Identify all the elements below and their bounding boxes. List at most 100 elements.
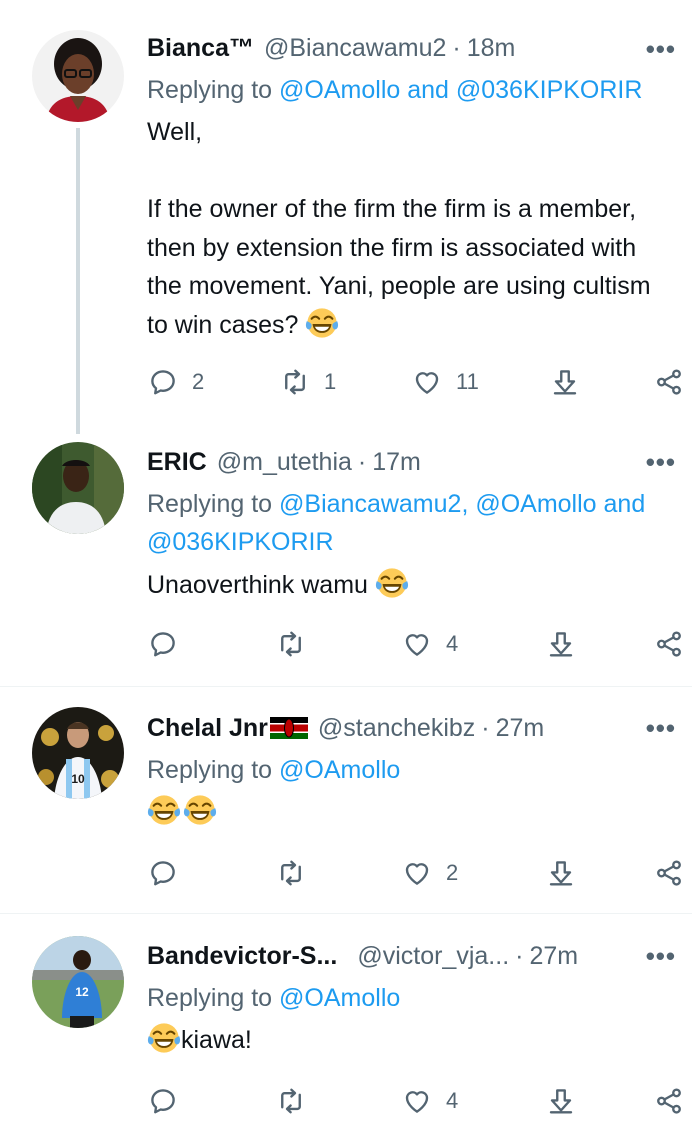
reply-button[interactable] <box>148 1081 178 1121</box>
reply-mentions[interactable]: @OAmollo <box>279 984 400 1012</box>
joy-emoji-icon <box>147 793 181 827</box>
avatar[interactable]: 12 <box>32 936 124 1028</box>
joy-emoji-icon <box>183 793 217 827</box>
replying-to-label: Replying to <box>147 756 280 784</box>
display-name[interactable]: Bandevictor-S... <box>147 942 337 971</box>
more-icon[interactable]: ••• <box>646 449 676 475</box>
share-button[interactable] <box>654 624 684 664</box>
kenya-flag-icon <box>269 717 308 739</box>
like-icon <box>412 367 442 397</box>
retweet-button[interactable] <box>276 853 306 893</box>
like-button[interactable]: 4 <box>402 1081 458 1121</box>
reply-button[interactable]: 2 <box>148 362 204 402</box>
tweet-text-content: kiawa! <box>181 1026 252 1054</box>
like-count: 4 <box>446 1088 459 1113</box>
timestamp[interactable]: 17m <box>372 448 421 477</box>
more-icon[interactable]: ••• <box>646 715 676 741</box>
display-name[interactable]: Chelal Jnr <box>147 714 268 743</box>
retweet-count: 1 <box>324 369 337 394</box>
share-icon <box>654 858 684 888</box>
tweet-header: Bandevictor-S... @victor_vja... · 27m <box>147 936 578 976</box>
action-bar: 2 1 11 <box>0 362 692 402</box>
timestamp[interactable]: 18m <box>467 34 516 63</box>
download-button[interactable] <box>546 624 576 664</box>
tweet-header: Bianca™ @Biancawamu2 · 18m <box>147 28 515 68</box>
tweet-header: Chelal Jnr @stanchekibz · 27m <box>147 708 544 748</box>
joy-emoji-icon <box>305 306 339 340</box>
download-icon <box>546 1086 576 1116</box>
replying-to-label: Replying to <box>147 490 280 518</box>
like-button[interactable]: 2 <box>402 853 458 893</box>
like-button[interactable]: 11 <box>412 362 479 402</box>
tweet-3[interactable]: 10 Chelal Jnr @stanchekibz · 27m ••• Rep… <box>0 687 692 913</box>
like-icon <box>402 858 432 888</box>
reply-button[interactable] <box>148 624 178 664</box>
svg-text:12: 12 <box>75 985 89 999</box>
like-button[interactable]: 4 <box>402 624 458 664</box>
svg-text:10: 10 <box>71 772 85 786</box>
share-button[interactable] <box>654 1081 684 1121</box>
download-button[interactable] <box>546 1081 576 1121</box>
retweet-icon <box>280 367 310 397</box>
more-icon[interactable]: ••• <box>646 943 676 969</box>
replying-to-label: Replying to <box>147 984 280 1012</box>
download-button[interactable] <box>550 362 580 402</box>
separator: · <box>452 33 461 62</box>
reply-count: 2 <box>192 369 205 394</box>
avatar[interactable] <box>32 30 124 122</box>
like-icon <box>402 629 432 659</box>
retweet-button[interactable]: 1 <box>280 362 336 402</box>
timestamp[interactable]: 27m <box>529 942 578 971</box>
reply-mentions[interactable]: @OAmollo and @036KIPKORIR <box>279 76 642 104</box>
retweet-button[interactable] <box>276 1081 306 1121</box>
action-bar: 4 <box>0 624 692 664</box>
download-icon <box>546 629 576 659</box>
tweet-text-content: Well, If the owner of the firm the firm … <box>147 118 651 339</box>
retweet-icon <box>276 1086 306 1116</box>
retweet-button[interactable] <box>276 624 306 664</box>
share-button[interactable] <box>654 853 684 893</box>
replying-to: Replying to @OAmollo <box>147 751 400 789</box>
timestamp[interactable]: 27m <box>496 714 545 743</box>
tweet-4[interactable]: 12 Bandevictor-S... @victor_vja... · 27m… <box>0 914 692 1140</box>
like-count: 11 <box>456 369 479 394</box>
user-handle[interactable]: @victor_vja... <box>357 942 509 971</box>
joy-emoji-icon <box>147 1021 181 1055</box>
reply-button[interactable] <box>148 853 178 893</box>
action-bar: 4 <box>0 1081 692 1121</box>
tweet-text-content: Unaoverthink wamu <box>147 571 375 599</box>
reply-icon <box>148 1086 178 1116</box>
replying-to: Replying to @Biancawamu2, @OAmollo and @… <box>147 485 667 561</box>
tweet-text: kiawa! <box>147 1021 677 1060</box>
display-name[interactable]: ERIC <box>147 448 207 477</box>
joy-emoji-icon <box>375 566 409 600</box>
like-count: 2 <box>446 860 459 885</box>
tweet-text: Well, If the owner of the firm the firm … <box>147 113 677 344</box>
display-name[interactable]: Bianca™ <box>147 34 254 63</box>
avatar[interactable]: 10 <box>32 707 124 799</box>
separator: · <box>481 713 490 742</box>
share-button[interactable] <box>654 362 684 402</box>
share-icon <box>654 629 684 659</box>
user-handle[interactable]: @m_utethia <box>217 448 352 477</box>
avatar[interactable] <box>32 442 124 534</box>
retweet-icon <box>276 629 306 659</box>
more-icon[interactable]: ••• <box>646 36 676 62</box>
separator: · <box>357 447 367 476</box>
like-icon <box>402 1086 432 1116</box>
download-icon <box>546 858 576 888</box>
retweet-icon <box>276 858 306 888</box>
reply-icon <box>148 629 178 659</box>
replying-to: Replying to @OAmollo and @036KIPKORIR <box>147 71 642 109</box>
user-handle[interactable]: @Biancawamu2 <box>264 34 446 63</box>
reply-mentions[interactable]: @OAmollo <box>279 756 400 784</box>
tweet-1[interactable]: Bianca™ @Biancawamu2 · 18m ••• Replying … <box>0 0 692 434</box>
share-icon <box>654 1086 684 1116</box>
tweet-text: Unaoverthink wamu <box>147 566 677 605</box>
download-button[interactable] <box>546 853 576 893</box>
tweet-2[interactable]: ERIC @m_utethia · 17m ••• Replying to @B… <box>0 430 692 686</box>
like-count: 4 <box>446 631 459 656</box>
replying-to: Replying to @OAmollo <box>147 979 400 1017</box>
user-handle[interactable]: @stanchekibz <box>318 714 475 743</box>
reply-icon <box>148 367 178 397</box>
